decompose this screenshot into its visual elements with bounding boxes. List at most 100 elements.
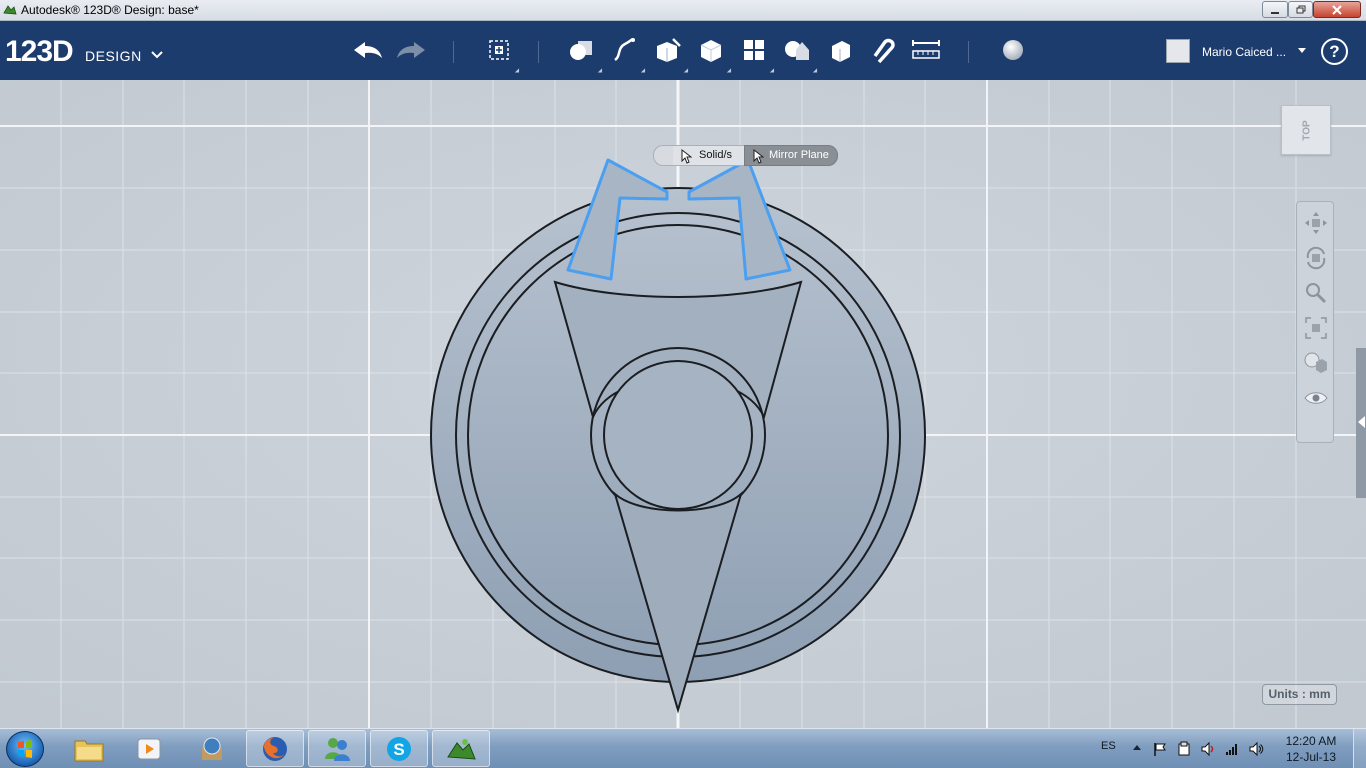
transform-tool[interactable] [481,33,522,75]
title-bar: Autodesk® 123D® Design: base* [0,0,1366,21]
grouping-tool[interactable] [779,33,820,75]
toolbar-separator [538,41,539,63]
solids-selector-button[interactable]: Solid/s [673,145,744,166]
user-menu-caret-icon[interactable] [1298,48,1306,53]
combine-icon [832,41,850,62]
view-style-button[interactable] [1301,348,1331,378]
dropdown-caret-icon [683,68,691,75]
volume-icon[interactable] [1248,741,1264,757]
media-player-icon [137,738,161,759]
folder-icon [74,740,104,761]
visibility-button[interactable] [1301,383,1331,413]
orbit-icon [1306,246,1326,270]
sketch-icon [614,37,635,62]
gallery-icon [202,737,222,760]
construct-icon [657,38,681,62]
cursor-icon [753,149,764,164]
taskbar-skype[interactable]: S [370,730,428,767]
skype-icon: S [387,736,411,761]
pattern-icon [744,40,764,60]
taskbar-gallery[interactable] [183,730,241,767]
pan-button[interactable] [1301,208,1331,238]
dropdown-caret-icon [640,68,648,75]
taskbar: S ES 12:20 AM 12-Jul-13 [0,728,1366,768]
taskbar-123d-design[interactable] [432,730,490,767]
close-button[interactable] [1313,1,1361,18]
mirror-context-menu: Solid/s Mirror Plane [653,145,838,166]
units-indicator[interactable]: Units : mm [1262,684,1337,705]
taskbar-firefox[interactable] [246,730,304,767]
show-hidden-icons-icon[interactable] [1133,745,1141,750]
start-button[interactable] [6,731,44,767]
workplane-grid [0,80,1366,728]
close-icon [1332,5,1342,15]
modify-tool[interactable] [693,33,734,75]
mirror-plane-selector-button[interactable]: Mirror Plane [744,145,838,166]
action-center-flag-icon[interactable] [1152,741,1168,757]
fit-view-button[interactable] [1301,313,1331,343]
user-name[interactable]: Mario Caiced ... [1202,45,1286,59]
help-button[interactable]: ? [1321,38,1348,65]
restore-icon [1296,5,1305,14]
primitives-tool[interactable] [564,33,605,75]
redo-icon [397,42,425,58]
modify-icon [700,40,722,62]
language-indicator[interactable]: ES [1101,740,1116,752]
visual-style-icon [1304,352,1327,373]
navigation-bar [1296,201,1334,443]
dropdown-caret-icon [812,68,820,75]
snap-tool[interactable] [865,33,901,67]
zoom-button[interactable] [1301,278,1331,308]
undo-button[interactable] [350,33,386,67]
network-signal-icon[interactable] [1224,741,1240,757]
toolbar-separator [968,41,969,63]
material-sphere-icon [1003,40,1023,60]
taskbar-explorer[interactable] [60,730,118,767]
construct-tool[interactable] [650,33,691,75]
123d-design-icon [447,738,476,760]
drag-grip[interactable] [653,145,673,166]
main-toolbar: 123D DESIGN Mario Caiced ... ? [0,21,1366,80]
toolbar-separator [453,41,454,63]
firefox-icon [263,736,287,761]
minimize-icon [1271,12,1279,14]
redo-button[interactable] [393,33,429,67]
chevron-down-icon [151,51,163,59]
sketch-tool[interactable] [607,33,648,75]
fit-view-icon [1305,317,1327,339]
view-cube-face-label: TOP [1301,120,1313,141]
eye-icon [1304,392,1328,404]
grouping-icon [785,41,809,60]
taskbar-messenger[interactable] [308,730,366,767]
pattern-tool[interactable] [736,33,777,75]
dropdown-caret-icon [726,68,734,75]
ruler-icon [912,40,940,59]
device-icon[interactable] [1176,741,1192,757]
avatar[interactable] [1166,39,1190,63]
3d-viewport[interactable]: TOP Units : mm Solid/s Mirror Plane [0,80,1366,728]
combine-tool[interactable] [822,33,858,67]
messenger-icon [325,737,350,761]
pan-icon [1305,212,1327,234]
clock-date[interactable]: 12-Jul-13 [1283,750,1339,764]
clock-time[interactable]: 12:20 AM [1283,734,1339,748]
show-desktop-button[interactable] [1353,729,1366,768]
view-cube[interactable]: TOP [1281,105,1331,155]
side-panel-toggle[interactable] [1356,348,1366,498]
windows-logo-icon [18,740,32,758]
material-tool[interactable] [995,33,1031,67]
dropdown-caret-icon [769,68,777,75]
measure-tool[interactable] [908,33,944,67]
window-title: Autodesk® 123D® Design: base* [21,3,199,17]
primitives-icon [570,41,592,60]
taskbar-media-player[interactable] [120,730,178,767]
undo-icon [354,42,382,58]
logo-subtext: DESIGN [85,48,142,64]
app-menu-button[interactable]: 123D DESIGN [5,35,163,69]
svg-text:S: S [393,740,404,759]
minimize-button[interactable] [1262,1,1288,18]
maximize-button[interactable] [1288,1,1313,18]
solids-label: Solid/s [699,149,733,161]
speaker-icon[interactable] [1200,741,1216,757]
orbit-button[interactable] [1301,243,1331,273]
